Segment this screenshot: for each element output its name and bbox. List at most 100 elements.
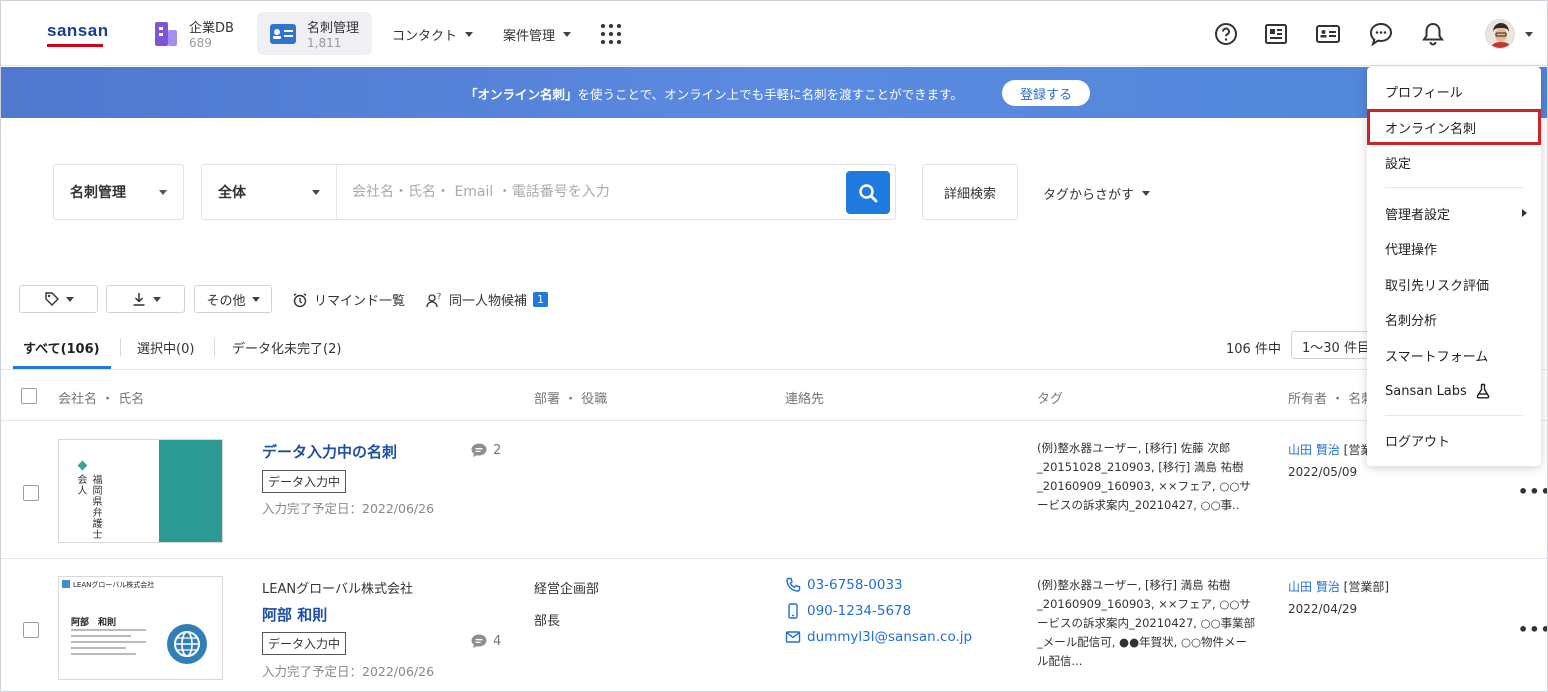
mobile-number: 090-1234-5678	[807, 603, 912, 619]
owner-name-link[interactable]: 山田 賢治	[1288, 580, 1340, 594]
contact-menu[interactable]: コンタクト	[392, 25, 474, 44]
search-icon	[859, 183, 878, 202]
comment-icon	[471, 443, 487, 457]
col-dept-header[interactable]: 部署 ・ 役職	[534, 388, 607, 407]
card-company-text: LEANグローバル株式会社	[73, 581, 155, 589]
tab-all[interactable]: すべて(106)	[23, 338, 100, 357]
avatar-chevron-icon[interactable]	[1525, 32, 1533, 37]
company-db-title: 企業DB	[189, 21, 234, 36]
comment-count[interactable]: 2	[470, 442, 501, 458]
card-management-title: 名刺管理	[307, 21, 360, 36]
menu-item-proxy[interactable]: 代理操作	[1367, 230, 1541, 266]
tab-divider	[214, 338, 215, 356]
menu-item-online-card[interactable]: オンライン名刺	[1367, 109, 1541, 145]
reminder-list-link[interactable]: リマインド一覧	[292, 290, 405, 309]
menu-item-profile[interactable]: プロフィール	[1367, 73, 1541, 109]
app-company-db[interactable]: 企業DB 689	[141, 12, 246, 55]
menu-item-settings[interactable]: 設定	[1367, 144, 1541, 180]
card-detail-lines	[71, 629, 146, 655]
card-globe-logo	[167, 624, 207, 664]
top-header: sansan 企業DB 689 名刺管理 1,811 コンタクト 案件管理	[1, 1, 1547, 66]
online-card-icon[interactable]	[1315, 21, 1341, 47]
select-all-checkbox[interactable]	[21, 388, 37, 404]
mobile-link[interactable]: 090-1234-5678	[785, 603, 911, 619]
tag-button[interactable]	[19, 285, 98, 313]
owner-name-link[interactable]: 山田 賢治	[1288, 443, 1340, 457]
department: 経営企画部	[534, 582, 600, 597]
card-date: 2022/04/29	[1288, 602, 1358, 616]
row-checkbox[interactable]	[23, 622, 39, 638]
app-card-management[interactable]: 名刺管理 1,811	[257, 12, 372, 55]
banner-highlight: 「オンライン名刺」	[465, 87, 578, 102]
active-tab-indicator	[13, 366, 111, 369]
phone-link[interactable]: 03-6758-0033	[785, 577, 903, 593]
card-name-link[interactable]: データ入力中の名刺	[262, 441, 397, 462]
col-name-header[interactable]: 会社名 ・ 氏名	[58, 388, 144, 407]
chevron-down-icon	[312, 189, 320, 195]
status-tag: データ入力中	[262, 470, 347, 493]
list-tabs: すべて(106) 選択中(0) データ化未完了(2) 106 件中 1〜30 件…	[1, 326, 1547, 370]
person-question-icon: ?	[426, 292, 441, 307]
row-checkbox[interactable]	[23, 485, 39, 501]
search-button[interactable]	[846, 171, 890, 214]
other-button-label: その他	[206, 293, 246, 309]
mail-icon	[785, 631, 801, 643]
search-scope-select[interactable]: 全体	[202, 165, 337, 219]
avatar-image	[1486, 20, 1514, 48]
search-box: 全体	[201, 164, 896, 220]
register-button[interactable]: 登録する	[1002, 80, 1090, 106]
menu-item-sansan-labs[interactable]: Sansan Labs	[1367, 373, 1541, 409]
tab-incomplete[interactable]: データ化未完了(2)	[232, 338, 341, 357]
search-scope-label: 全体	[218, 185, 246, 201]
due-date: 入力完了予定日：2022/06/26	[262, 664, 435, 679]
menu-item-logout[interactable]: ログアウト	[1367, 422, 1541, 458]
bell-icon[interactable]	[1420, 21, 1446, 47]
col-owner-header[interactable]: 所有者 ・ 名刺	[1288, 388, 1374, 407]
card-name-link[interactable]: 阿部 和則	[262, 604, 327, 625]
menu-divider	[1385, 187, 1523, 188]
col-contact-header: 連絡先	[785, 392, 825, 407]
tab-selected[interactable]: 選択中(0)	[137, 338, 194, 357]
tag-search-dropdown[interactable]: タグからさがす	[1043, 184, 1151, 203]
download-button[interactable]	[106, 285, 185, 313]
app-frame: sansan 企業DB 689 名刺管理 1,811 コンタクト 案件管理 「オ…	[0, 0, 1548, 692]
menu-item-smart-form[interactable]: スマートフォーム	[1367, 337, 1541, 373]
more-options-icon[interactable]: •••	[1518, 620, 1547, 639]
same-person-badge: 1	[533, 292, 549, 307]
table-row[interactable]: 福岡県弁護士会人 データ入力中の名刺 データ入力中 入力完了予定日：2022/0…	[1, 422, 1547, 559]
col-tag-header: タグ	[1037, 392, 1064, 407]
card-logo-square	[62, 580, 70, 588]
deal-menu[interactable]: 案件管理	[503, 25, 572, 44]
email-address: dummyl3l@sansan.co.jp	[807, 629, 973, 645]
search-input[interactable]	[352, 179, 832, 205]
promo-banner: 「オンライン名刺」を使うことで、オンライン上でも手軽に名刺を渡すことができます。…	[1, 67, 1547, 118]
advanced-search-button[interactable]: 詳細検索	[922, 164, 1018, 220]
card-management-count: 1,811	[307, 36, 342, 50]
logo-text: sansan	[47, 21, 109, 40]
menu-item-card-analysis[interactable]: 名刺分析	[1367, 301, 1541, 337]
chevron-down-icon	[152, 296, 161, 302]
business-card-image[interactable]: LEANグローバル株式会社 阿部 和則	[58, 576, 223, 680]
menu-item-risk-evaluation[interactable]: 取引先リスク評価	[1367, 266, 1541, 302]
chat-icon[interactable]	[1368, 21, 1394, 47]
app-launcher-icon[interactable]	[601, 24, 621, 44]
card-management-icon	[270, 23, 296, 44]
category-select[interactable]: 名刺管理	[53, 164, 184, 220]
mobile-phone-icon	[788, 603, 798, 619]
sansan-logo[interactable]: sansan	[47, 21, 109, 47]
news-icon[interactable]	[1263, 21, 1289, 47]
help-icon[interactable]	[1213, 21, 1239, 47]
other-button[interactable]: その他	[194, 285, 272, 313]
same-person-link[interactable]: ? 同一人物候補 1	[426, 290, 549, 309]
table-row[interactable]: LEANグローバル株式会社 阿部 和則 LEANグローバル株式会社 阿部 和則 …	[1, 560, 1547, 691]
more-options-icon[interactable]: •••	[1518, 482, 1547, 501]
email-link[interactable]: dummyl3l@sansan.co.jp	[785, 629, 972, 645]
business-card-image[interactable]: 福岡県弁護士会人	[58, 439, 223, 543]
menu-item-admin-settings[interactable]: 管理者設定	[1367, 195, 1541, 231]
chevron-down-icon	[65, 296, 74, 302]
comment-count[interactable]: 4	[470, 633, 501, 649]
tags-text: (例)整水器ユーザー, [移行] 満島 祐樹_20160909_160903, …	[1037, 578, 1256, 668]
company-name: LEANグローバル株式会社	[262, 582, 413, 597]
avatar[interactable]	[1485, 19, 1515, 49]
category-select-label: 名刺管理	[70, 185, 126, 201]
